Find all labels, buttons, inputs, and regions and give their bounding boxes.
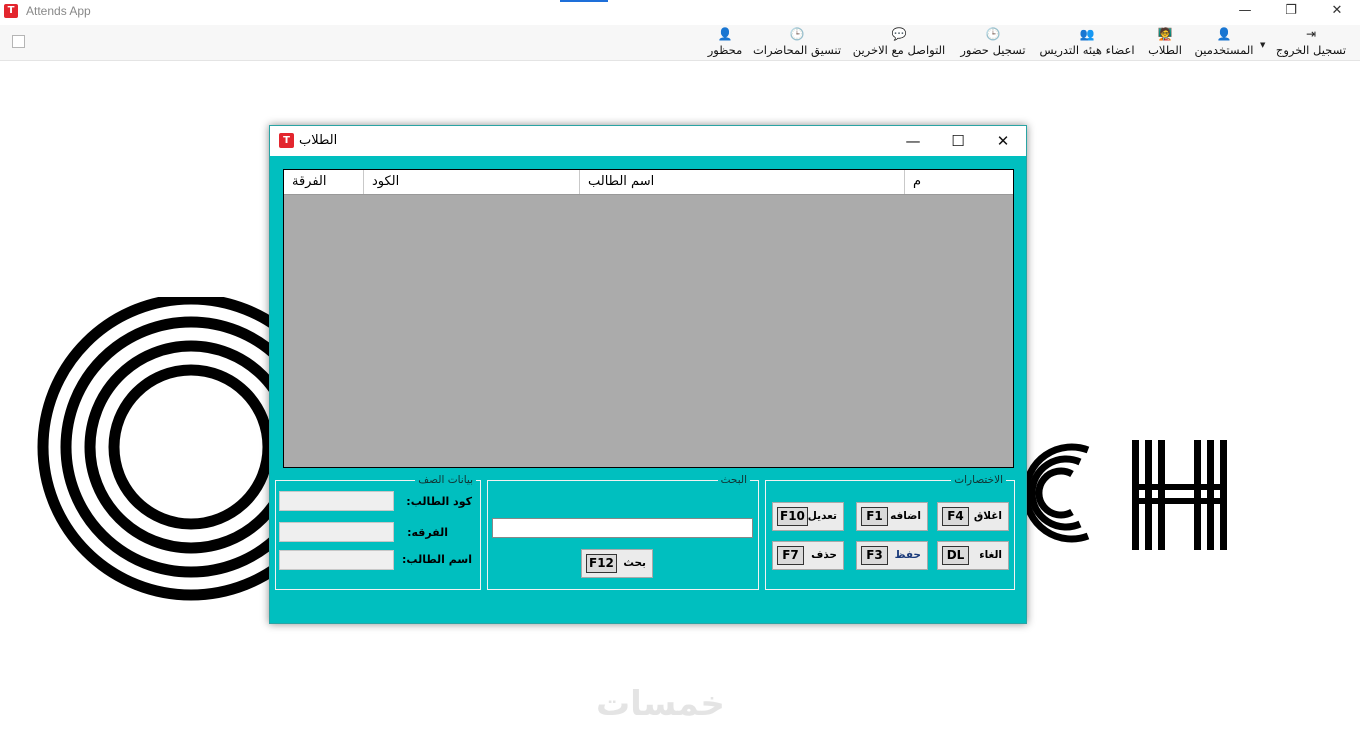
group-icon: 👥 bbox=[1079, 27, 1095, 41]
cancel-shortcut-button[interactable]: DL الغاء bbox=[937, 541, 1009, 570]
edit-shortcut-button[interactable]: F10 تعديل bbox=[772, 502, 844, 531]
banned-user-icon: 👤 bbox=[717, 27, 733, 41]
minimize-window-button[interactable]: — bbox=[1222, 0, 1268, 22]
students-board-icon: 🧑‍🏫 bbox=[1157, 27, 1173, 41]
app-logo-icon: T bbox=[4, 4, 18, 18]
watermark-text: خمسات bbox=[596, 684, 725, 724]
title-accent-line bbox=[560, 0, 608, 2]
search-button-label: بحث bbox=[623, 557, 646, 569]
column-header-code[interactable]: الكود bbox=[364, 170, 580, 194]
lectures-button[interactable]: 🕒 تنسيق المحاضرات bbox=[752, 25, 842, 60]
banned-button[interactable]: 👤 محظور bbox=[704, 25, 746, 60]
students-table[interactable]: الفرقة الكود اسم الطالب م bbox=[283, 169, 1014, 468]
class-label: الفرقه: bbox=[407, 526, 448, 539]
close-shortcut-label: اغلاق bbox=[973, 510, 1002, 522]
logout-button[interactable]: ⇥ تسجيل الخروج bbox=[1275, 25, 1347, 60]
contact-label: التواصل مع الاخرين bbox=[852, 43, 946, 57]
users-dropdown-arrow[interactable]: ▼ bbox=[1260, 36, 1265, 50]
save-shortcut-button[interactable]: F3 حفظ bbox=[856, 541, 928, 570]
restore-window-button[interactable]: ❐ bbox=[1268, 0, 1314, 22]
class-data-title: بيانات الصف bbox=[415, 473, 476, 487]
shortcuts-group: الاختصارات F4 اغلاق F1 اضافه F10 تعديل D… bbox=[765, 473, 1015, 590]
chevron-down-icon: ▼ bbox=[1260, 41, 1266, 49]
app-title-bar: T Attends App — ❐ ✕ bbox=[0, 0, 1360, 24]
student-code-input[interactable] bbox=[279, 491, 394, 511]
search-key-badge: F12 bbox=[586, 554, 617, 573]
shortcuts-title: الاختصارات bbox=[951, 473, 1006, 487]
users-label: المستخدمين bbox=[1194, 43, 1254, 57]
cancel-shortcut-label: الغاء bbox=[979, 549, 1002, 561]
lectures-label: تنسيق المحاضرات bbox=[752, 43, 842, 57]
search-input[interactable] bbox=[492, 518, 753, 538]
table-header: الفرقة الكود اسم الطالب م bbox=[284, 170, 1013, 195]
add-key-badge: F1 bbox=[861, 507, 888, 526]
student-name-label: اسم الطالب: bbox=[402, 553, 472, 566]
cancel-key-badge: DL bbox=[942, 546, 969, 565]
search-group: البحث F12 بحث bbox=[487, 473, 759, 590]
save-key-badge: F3 bbox=[861, 546, 888, 565]
search-button[interactable]: F12 بحث bbox=[581, 549, 653, 578]
edit-key-badge: F10 bbox=[777, 507, 808, 526]
delete-shortcut-button[interactable]: F7 حذف bbox=[772, 541, 844, 570]
edit-shortcut-label: تعديل bbox=[807, 510, 837, 522]
ribbon-checkbox[interactable] bbox=[12, 35, 25, 48]
add-shortcut-button[interactable]: F1 اضافه bbox=[856, 502, 928, 531]
add-shortcut-label: اضافه bbox=[890, 510, 921, 522]
users-button[interactable]: 👤 المستخدمين bbox=[1192, 25, 1256, 60]
search-title: البحث bbox=[717, 473, 750, 487]
dialog-minimize-button[interactable]: — bbox=[890, 126, 936, 156]
staff-label: اعضاء هيئه التدريس bbox=[1039, 43, 1135, 57]
students-dialog: T الطلاب — ☐ ✕ الفرقة الكود اسم الطالب م… bbox=[269, 125, 1027, 624]
column-header-number[interactable]: م bbox=[905, 170, 1013, 194]
logout-label: تسجيل الخروج bbox=[1275, 43, 1347, 57]
app-title: Attends App bbox=[26, 4, 91, 18]
contact-button[interactable]: 💬 التواصل مع الاخرين bbox=[850, 25, 948, 60]
clock-icon: 🕒 bbox=[985, 27, 1001, 41]
students-button[interactable]: 🧑‍🏫 الطلاب bbox=[1145, 25, 1185, 60]
background-letters-logo bbox=[1022, 440, 1227, 550]
dialog-logo-icon: T bbox=[279, 133, 294, 148]
dialog-close-button[interactable]: ✕ bbox=[980, 126, 1026, 156]
dialog-maximize-button[interactable]: ☐ bbox=[935, 126, 981, 156]
close-key-badge: F4 bbox=[942, 507, 969, 526]
clock-icon: 🕒 bbox=[789, 27, 805, 41]
user-icon: 👤 bbox=[1216, 27, 1232, 41]
dialog-title: الطلاب bbox=[299, 133, 338, 148]
save-shortcut-label: حفظ bbox=[894, 549, 921, 561]
banned-label: محظور bbox=[707, 43, 743, 57]
ribbon-toolbar: ⇥ تسجيل الخروج ▼ 👤 المستخدمين 🧑‍🏫 الطلاب… bbox=[0, 25, 1360, 61]
student-name-input[interactable] bbox=[279, 550, 394, 570]
delete-shortcut-label: حذف bbox=[811, 549, 837, 561]
dialog-title-bar: T الطلاب — ☐ ✕ bbox=[270, 126, 1026, 156]
close-shortcut-button[interactable]: F4 اغلاق bbox=[937, 502, 1009, 531]
class-input[interactable] bbox=[279, 522, 394, 542]
column-header-student-name[interactable]: اسم الطالب bbox=[580, 170, 905, 194]
attendance-button[interactable]: 🕒 تسجيل حضور bbox=[958, 25, 1028, 60]
class-data-group: بيانات الصف كود الطالب: الفرقه: اسم الطا… bbox=[275, 473, 481, 590]
student-code-label: كود الطالب: bbox=[406, 495, 472, 508]
staff-button[interactable]: 👥 اعضاء هيئه التدريس bbox=[1035, 25, 1139, 60]
delete-key-badge: F7 bbox=[777, 546, 804, 565]
column-header-class[interactable]: الفرقة bbox=[284, 170, 364, 194]
close-window-button[interactable]: ✕ bbox=[1314, 0, 1360, 22]
attendance-label: تسجيل حضور bbox=[960, 43, 1026, 57]
chat-icon: 💬 bbox=[891, 27, 907, 41]
logout-icon: ⇥ bbox=[1305, 27, 1317, 41]
students-label: الطلاب bbox=[1148, 43, 1182, 57]
